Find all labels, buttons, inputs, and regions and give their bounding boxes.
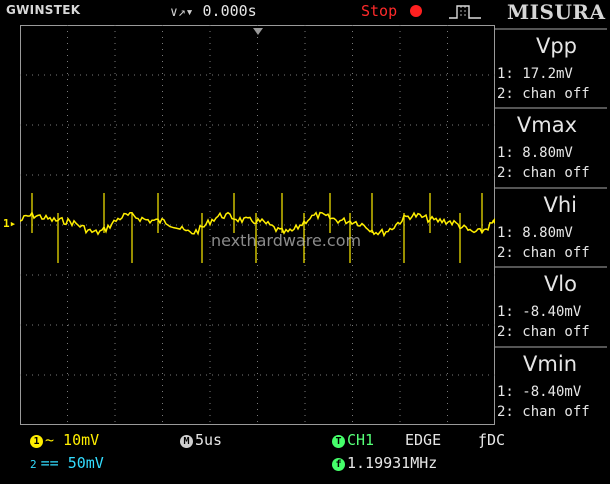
frequency-readout: f 1.19931MHz xyxy=(332,454,437,472)
ch2-scale-readout[interactable]: 2 == 50mV xyxy=(30,454,104,472)
measure-name: Vhi xyxy=(543,193,577,217)
trigger-position: 0.000s xyxy=(202,2,257,20)
measure-ch1-value: 1: -8.40mV xyxy=(497,384,582,400)
measure-name: Vlo xyxy=(543,272,577,296)
measure-ch1-value: 1: 8.80mV xyxy=(497,225,573,241)
waveform-grid xyxy=(20,25,495,425)
timebase-badge-icon: M xyxy=(180,435,193,448)
measure-ch1-value: 1: -8.40mV xyxy=(497,304,582,320)
measure-panel-title: MISURA xyxy=(507,0,606,24)
trigger-source: CH1 xyxy=(347,431,375,449)
measure-ch1-value: 1: 8.80mV xyxy=(497,145,573,161)
timebase: 5us xyxy=(195,431,223,449)
ch1-scale-readout[interactable]: 1 ~ 10mV xyxy=(30,431,99,449)
frequency: 1.19931MHz xyxy=(347,454,438,472)
measure-ch2-value: 2: chan off xyxy=(497,245,590,261)
edge-trigger-icon xyxy=(449,5,481,19)
trigger-arrow-icon: ∨↗▾ xyxy=(170,5,194,20)
trigger-badge-icon: T xyxy=(332,435,345,448)
measure-ch2-value: 2: chan off xyxy=(497,86,590,102)
measure-ch2-value: 2: chan off xyxy=(497,324,590,340)
timebase-readout[interactable]: M 5us xyxy=(180,431,222,449)
frequency-badge-icon: f xyxy=(332,458,345,471)
ch1-badge-icon: 1 xyxy=(30,435,43,448)
measure-vmin[interactable]: Vmin 1: -8.40mV 2: chan off xyxy=(495,346,607,426)
measure-ch1-value: 1: 17.2mV xyxy=(497,66,573,82)
measure-name: Vmax xyxy=(516,113,577,137)
ch1-scale: ~ 10mV xyxy=(45,431,100,449)
watermark: nexthardware.com xyxy=(211,231,362,250)
ch2-scale: == 50mV xyxy=(40,454,104,472)
measure-vhi[interactable]: Vhi 1: 8.80mV 2: chan off xyxy=(495,187,607,267)
measure-vmax[interactable]: Vmax 1: 8.80mV 2: chan off xyxy=(495,107,607,187)
stop-indicator-icon xyxy=(410,5,422,17)
trigger-type[interactable]: EDGE xyxy=(405,431,441,449)
brand-logo: GWINSTEK xyxy=(6,3,81,17)
ch1-ground-marker: 1▸ xyxy=(3,217,17,230)
measure-name: Vmin xyxy=(523,352,577,376)
trigger-position-readout: ∨↗▾ 0.000s xyxy=(170,2,257,20)
oscilloscope-screen: GWINSTEK ∨↗▾ 0.000s Stop MISURA 1▸ nexth… xyxy=(0,0,610,484)
measure-vpp[interactable]: Vpp 1: 17.2mV 2: chan off xyxy=(495,28,607,108)
trigger-source-readout[interactable]: T CH1 xyxy=(332,431,374,449)
trigger-coupling[interactable]: ƒDC xyxy=(478,431,505,449)
ch2-badge-icon: 2 xyxy=(30,458,37,471)
measure-ch2-value: 2: chan off xyxy=(497,165,590,181)
measure-ch2-value: 2: chan off xyxy=(497,404,590,420)
measure-vlo[interactable]: Vlo 1: -8.40mV 2: chan off xyxy=(495,266,607,346)
measure-name: Vpp xyxy=(535,34,577,58)
run-state: Stop xyxy=(361,2,398,20)
